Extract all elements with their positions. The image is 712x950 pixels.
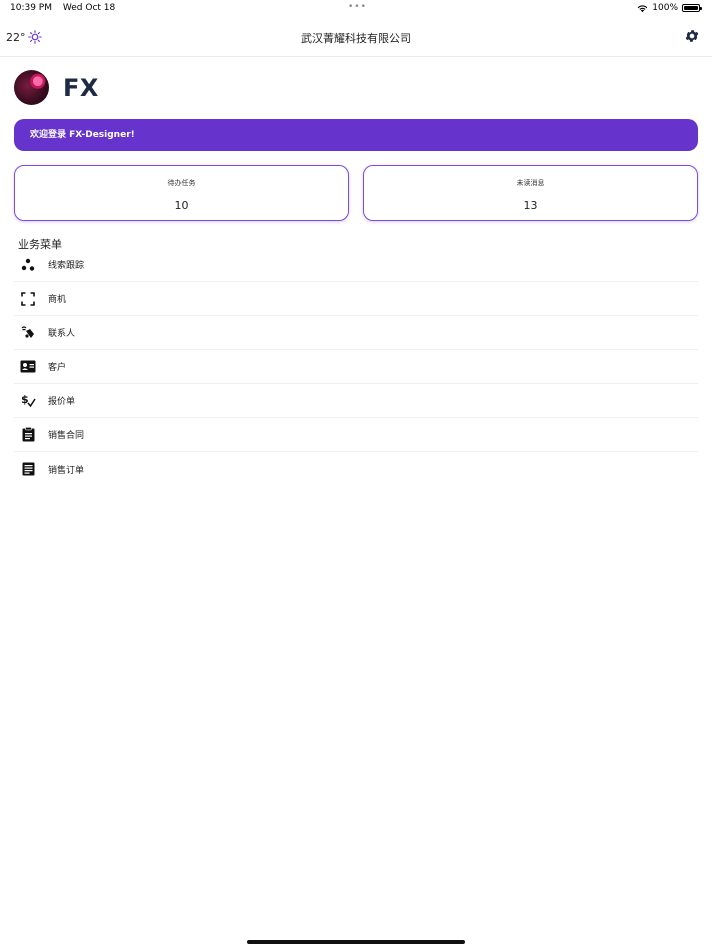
menu-item-customers[interactable]: 客户 — [14, 350, 698, 384]
menu-item-label: 销售订单 — [48, 465, 85, 476]
menu-item-label: 联系人 — [48, 329, 76, 339]
status-time-date: 10:39 PM Wed Oct 18 — [10, 3, 123, 13]
wifi-icon — [637, 4, 648, 12]
focus-frame-icon — [20, 291, 36, 307]
battery-icon — [682, 4, 702, 12]
gear-icon[interactable] — [684, 28, 700, 44]
svg-text:$: $ — [21, 393, 29, 406]
list-document-icon — [20, 461, 36, 477]
menu-item-label: 销售合同 — [48, 431, 85, 441]
unread-messages-label: 未读消息 — [516, 179, 545, 187]
menu-item-label: 线索跟踪 — [48, 261, 85, 271]
business-menu: 线索跟踪 商机 联系人 客户 $ 报价单 销售合同 销售订单 — [14, 248, 698, 486]
status-bar: 10:39 PM Wed Oct 18 ••• 100% — [0, 0, 712, 18]
profile-header: FX — [14, 70, 99, 105]
menu-item-sales-contracts[interactable]: 销售合同 — [14, 418, 698, 452]
status-time: 10:39 PM — [10, 3, 52, 13]
contact-signal-icon — [20, 325, 36, 341]
username: FX — [63, 73, 99, 102]
nav-bar: 22° 武汉菁耀科技有限公司 — [0, 20, 712, 57]
welcome-banner: 欢迎登录 FX-Designer! — [14, 119, 698, 151]
price-check-icon: $ — [20, 393, 36, 409]
menu-item-label: 报价单 — [48, 397, 76, 407]
company-title: 武汉菁耀科技有限公司 — [301, 32, 411, 45]
status-indicators: 100% — [637, 3, 702, 13]
menu-item-contacts[interactable]: 联系人 — [14, 316, 698, 350]
menu-item-label: 客户 — [48, 363, 67, 373]
menu-item-sales-orders[interactable]: 销售订单 — [14, 452, 698, 486]
menu-item-opportunities[interactable]: 商机 — [14, 282, 698, 316]
menu-item-leads[interactable]: 线索跟踪 — [14, 248, 698, 282]
clipboard-icon — [20, 427, 36, 443]
menu-item-label: 商机 — [48, 295, 67, 305]
todo-tasks-label: 待办任务 — [167, 179, 196, 187]
todo-tasks-count: 10 — [174, 199, 189, 212]
scatter-dots-icon — [20, 257, 36, 273]
unread-messages-card[interactable]: 未读消息 13 — [363, 165, 698, 221]
welcome-text: 欢迎登录 FX-Designer! — [30, 130, 135, 140]
contact-card-icon — [20, 359, 36, 375]
avatar[interactable] — [14, 70, 49, 105]
multitasking-dots-icon[interactable]: ••• — [348, 2, 367, 12]
battery-percent: 100% — [652, 3, 678, 13]
home-indicator[interactable] — [247, 940, 465, 944]
unread-messages-count: 13 — [523, 199, 538, 212]
status-date: Wed Oct 18 — [62, 3, 116, 13]
todo-tasks-card[interactable]: 待办任务 10 — [14, 165, 349, 221]
menu-item-quotations[interactable]: $ 报价单 — [14, 384, 698, 418]
